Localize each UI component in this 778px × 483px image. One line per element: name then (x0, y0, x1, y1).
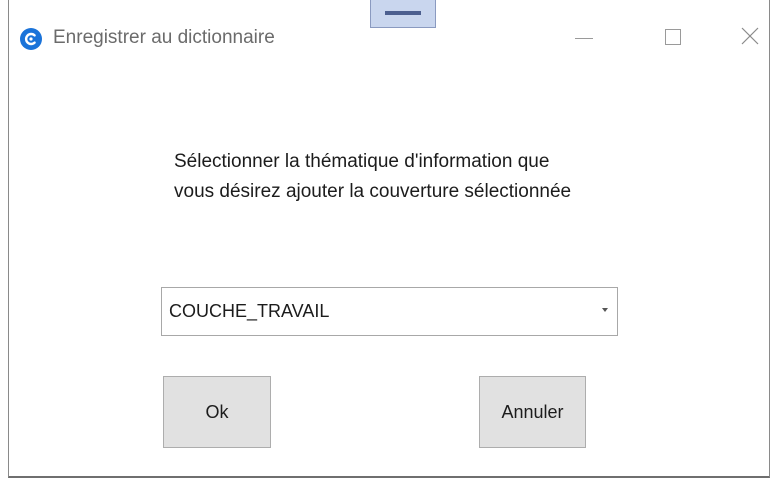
thematic-select-value: COUCHE_TRAVAIL (169, 301, 330, 321)
minimize-button[interactable] (561, 16, 607, 56)
prompt-line-1: Sélectionner la thématique d'information… (174, 151, 550, 172)
prompt-message: Sélectionner la thématique d'information… (174, 147, 571, 207)
chevron-down-icon[interactable] (602, 308, 608, 312)
minimize-icon (575, 38, 593, 39)
app-logo-icon (20, 28, 42, 50)
close-icon (741, 27, 759, 45)
thematic-select[interactable]: COUCHE_TRAVAIL (161, 287, 618, 336)
maximize-button[interactable] (651, 16, 697, 56)
ok-button[interactable]: Ok (163, 376, 271, 448)
drag-handle[interactable] (370, 0, 436, 28)
maximize-icon (665, 29, 681, 45)
dialog-window: Enregistrer au dictionnaire Sélectionner… (8, 0, 770, 478)
close-button[interactable] (729, 16, 775, 56)
title-bar[interactable]: Enregistrer au dictionnaire (9, 0, 769, 78)
prompt-line-2: vous désirez ajouter la couverture sélec… (174, 181, 572, 202)
window-title: Enregistrer au dictionnaire (53, 27, 275, 48)
cancel-button[interactable]: Annuler (479, 376, 586, 448)
